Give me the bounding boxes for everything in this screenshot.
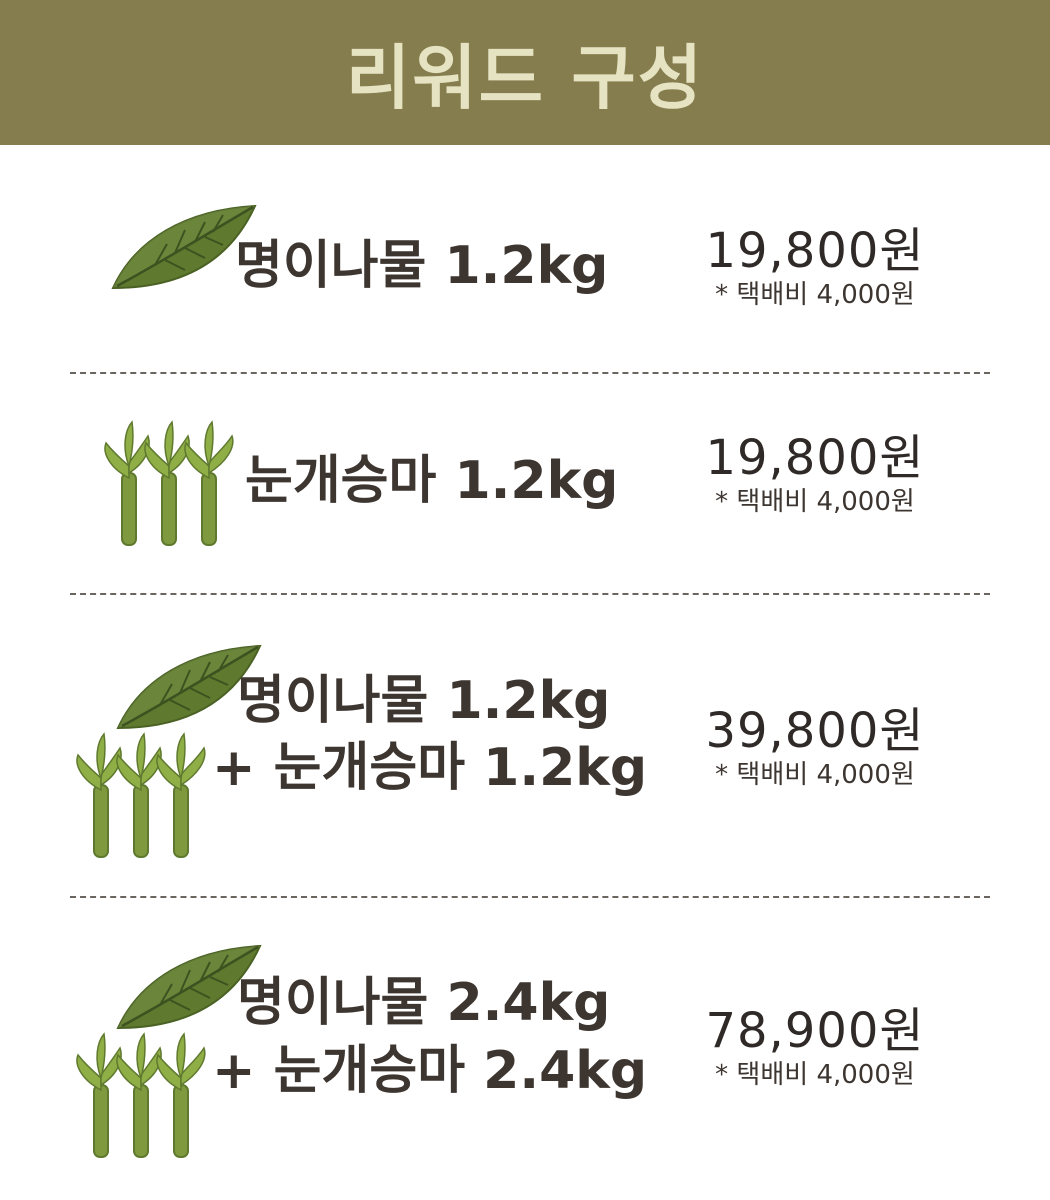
reward-price-box: 19,800원 * 택배비 4,000원 — [680, 225, 950, 311]
reward-price-box: 39,800원 * 택배비 4,000원 — [680, 705, 950, 791]
reward-price-box: 19,800원 * 택배비 4,000원 — [680, 432, 950, 518]
sprouts-icon — [100, 418, 240, 552]
reward-item-name: 명이나물 1.2kg — [237, 671, 611, 731]
reward-price-box: 78,900원 * 택배비 4,000원 — [680, 1005, 950, 1091]
reward-item-addon: + 눈개승마 2.4kg — [212, 1041, 648, 1101]
shipping-fee: * 택배비 4,000원 — [715, 486, 915, 517]
page-title: 리워드 구성 — [345, 37, 705, 119]
reward-price: 78,900원 — [705, 1003, 925, 1059]
reward-price: 19,800원 — [705, 430, 925, 486]
reward-item-name: 명이나물 2.4kg — [237, 973, 611, 1033]
reward-item-name: 눈개승마 1.2kg — [245, 451, 619, 511]
reward-price: 19,800원 — [705, 223, 925, 279]
divider — [70, 896, 990, 898]
header-banner: 리워드 구성 — [0, 0, 1050, 145]
reward-item-name: 명이나물 1.2kg — [235, 236, 609, 296]
sprouts-icon — [72, 1030, 212, 1164]
divider — [70, 372, 990, 374]
reward-item-addon: + 눈개승마 1.2kg — [212, 738, 648, 798]
shipping-fee: * 택배비 4,000원 — [715, 1059, 915, 1090]
sprouts-icon — [72, 730, 212, 864]
shipping-fee: * 택배비 4,000원 — [715, 759, 915, 790]
reward-price: 39,800원 — [705, 703, 925, 759]
shipping-fee: * 택배비 4,000원 — [715, 279, 915, 310]
divider — [70, 593, 990, 595]
